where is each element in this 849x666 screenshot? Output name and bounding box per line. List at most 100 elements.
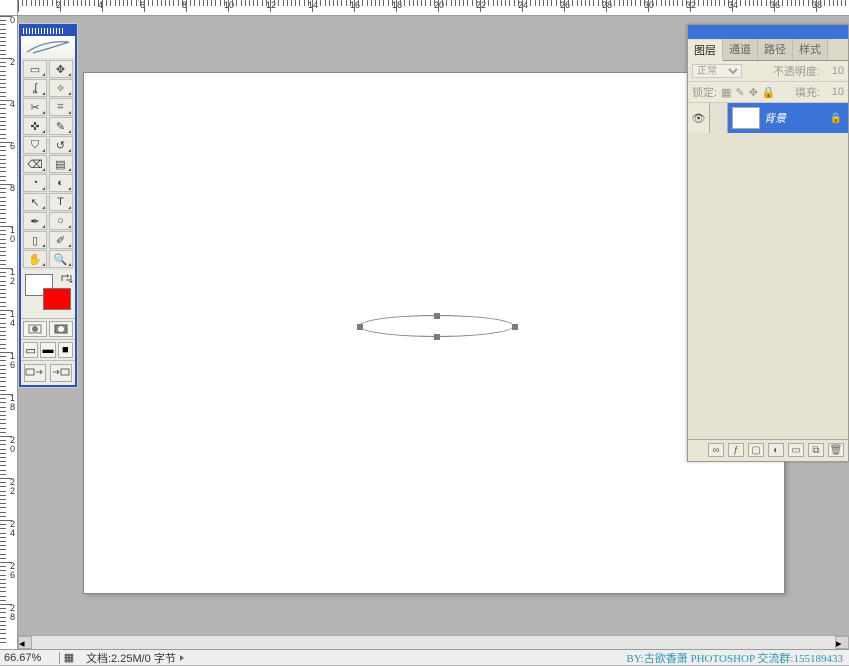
blend-opacity-row: 正常 不透明度: 10 <box>688 61 848 82</box>
layer-thumbnail[interactable] <box>732 107 760 129</box>
jump-to-imageready[interactable] <box>24 364 46 382</box>
scroll-right-button[interactable]: ▸ <box>835 636 849 649</box>
ruler-v-label: 8 <box>10 184 15 193</box>
vertical-ruler[interactable]: 0246810121416182022242628 <box>0 16 18 649</box>
layer-item-background[interactable]: 背景 🔒 <box>688 103 848 133</box>
toolbox[interactable]: ▭✥ʆ✧✂⌗✜✎⛉↺⌫▤◔◐↖T✒○▯✐✋🔍 ▭ ▬ ■ <box>19 24 77 387</box>
ruler-v-label: 6 <box>10 142 15 151</box>
layer-visibility-icon[interactable] <box>688 103 710 133</box>
toolbox-titlebar[interactable] <box>21 26 75 36</box>
ruler-v-label: 10 <box>10 226 15 244</box>
ruler-v-label: 26 <box>10 562 15 580</box>
status-bar: 66.67% ▦ 文档:2.25M/0 字节 BY:古欲香萧 PHOTOSHOP… <box>0 649 849 665</box>
panel-titlebar[interactable] <box>688 25 848 39</box>
fill-value[interactable]: 10 <box>824 86 844 98</box>
move-tool[interactable]: ✥ <box>49 60 73 78</box>
panel-tab-0[interactable]: 图层 <box>688 40 723 61</box>
document-info[interactable]: 文档:2.25M/0 字节 <box>78 650 192 666</box>
ruler-v-label: 20 <box>10 436 15 454</box>
lock-fill-row: 锁定: ▦ ✎ ✥ 🔒 填充: 10 <box>688 82 848 103</box>
panel-tab-2[interactable]: 路径 <box>758 39 793 60</box>
marquee-tool[interactable]: ▭ <box>23 60 47 78</box>
horizontal-scrollbar[interactable]: ◂ ▸ <box>18 635 849 649</box>
blend-mode-select[interactable]: 正常 <box>692 64 742 78</box>
ruler-v-label: 14 <box>10 310 15 328</box>
screen-mode-full[interactable]: ■ <box>58 342 73 358</box>
clone-stamp-tool[interactable]: ⛉ <box>23 136 47 154</box>
blur-tool[interactable]: ◔ <box>23 174 47 192</box>
panel-tab-3[interactable]: 样式 <box>793 39 828 60</box>
doc-menu-arrow[interactable] <box>180 655 184 661</box>
scroll-track[interactable] <box>32 636 835 649</box>
panel-tab-1[interactable]: 通道 <box>723 39 758 60</box>
anchor-bottom[interactable] <box>434 334 440 340</box>
lasso-tool[interactable]: ʆ <box>23 79 47 97</box>
panel-tabs: 图层通道路径样式 <box>688 39 848 61</box>
lock-image-icon[interactable]: ✎ <box>735 86 744 99</box>
path-selection-tool[interactable]: ↖ <box>23 193 47 211</box>
ruler-v-label: 28 <box>10 604 15 622</box>
jump-to-secondary[interactable] <box>50 364 72 382</box>
ruler-v-label: 12 <box>10 268 15 286</box>
anchor-right[interactable] <box>512 324 518 330</box>
ruler-v-label: 22 <box>10 478 15 496</box>
type-tool[interactable]: T <box>49 193 73 211</box>
toolbox-logo <box>21 36 75 58</box>
scroll-left-button[interactable]: ◂ <box>18 636 32 649</box>
quickmask-mode-button[interactable] <box>49 321 73 337</box>
hand-tool[interactable]: ✋ <box>23 250 47 268</box>
pen-tool[interactable]: ✒ <box>23 212 47 230</box>
layer-link-cell[interactable] <box>710 103 728 133</box>
delete-layer-button[interactable]: 🗑 <box>828 443 844 457</box>
jump-to-row <box>21 360 75 385</box>
new-layer-button[interactable]: ⧉ <box>808 443 824 457</box>
ruler-v-label: 0 <box>10 16 15 25</box>
healing-brush-tool[interactable]: ✜ <box>23 117 47 135</box>
ruler-v-label: 24 <box>10 520 15 538</box>
screen-mode-standard[interactable]: ▭ <box>23 342 38 358</box>
group-button[interactable]: ▭ <box>788 443 804 457</box>
history-brush-tool[interactable]: ↺ <box>49 136 73 154</box>
tool-grid: ▭✥ʆ✧✂⌗✜✎⛉↺⌫▤◔◐↖T✒○▯✐✋🔍 <box>21 58 75 270</box>
ruler-origin[interactable] <box>0 0 18 16</box>
swap-colors-icon[interactable] <box>61 272 73 284</box>
shape-tool[interactable]: ○ <box>49 212 73 230</box>
dodge-tool[interactable]: ◐ <box>49 174 73 192</box>
gradient-tool[interactable]: ▤ <box>49 155 73 173</box>
brush-tool[interactable]: ✎ <box>49 117 73 135</box>
ruler-v-label: 4 <box>10 100 15 109</box>
mask-mode-row <box>21 318 75 339</box>
opacity-value[interactable]: 10 <box>824 65 844 77</box>
canvas[interactable] <box>84 73 784 593</box>
anchor-left[interactable] <box>357 324 363 330</box>
layer-style-button[interactable]: ƒ <box>728 443 744 457</box>
magic-wand-tool[interactable]: ✧ <box>49 79 73 97</box>
lock-all-icon[interactable]: 🔒 <box>762 86 776 99</box>
slice-tool[interactable]: ⌗ <box>49 98 73 116</box>
adjustment-layer-button[interactable]: ◐ <box>768 443 784 457</box>
layer-list[interactable]: 背景 🔒 <box>688 103 848 439</box>
lock-label: 锁定: <box>692 84 717 100</box>
horizontal-ruler[interactable]: 02468101214161820222426283032343638 <box>18 0 849 16</box>
crop-tool[interactable]: ✂ <box>23 98 47 116</box>
ruler-v-label: 16 <box>10 352 15 370</box>
status-icon[interactable]: ▦ <box>60 651 78 664</box>
feather-icon <box>25 38 71 56</box>
lock-position-icon[interactable]: ✥ <box>749 86 758 99</box>
zoom-tool[interactable]: 🔍 <box>49 250 73 268</box>
eraser-tool[interactable]: ⌫ <box>23 155 47 173</box>
eyedropper-tool[interactable]: ✐ <box>49 231 73 249</box>
ruler-v-label: 18 <box>10 394 15 412</box>
link-layers-button[interactable]: ∞ <box>708 443 724 457</box>
background-color[interactable] <box>43 288 71 310</box>
layers-panel[interactable]: 图层通道路径样式 正常 不透明度: 10 锁定: ▦ ✎ ✥ 🔒 填充: 10 … <box>687 24 849 462</box>
anchor-top[interactable] <box>434 313 440 319</box>
zoom-level[interactable]: 66.67% <box>0 652 60 664</box>
layer-name[interactable]: 背景 <box>764 110 786 126</box>
notes-tool[interactable]: ▯ <box>23 231 47 249</box>
standard-mode-button[interactable] <box>23 321 47 337</box>
screen-mode-full-menubar[interactable]: ▬ <box>40 342 55 358</box>
layer-mask-button[interactable]: ▢ <box>748 443 764 457</box>
lock-transparency-icon[interactable]: ▦ <box>721 86 731 99</box>
color-swatches <box>21 270 75 318</box>
